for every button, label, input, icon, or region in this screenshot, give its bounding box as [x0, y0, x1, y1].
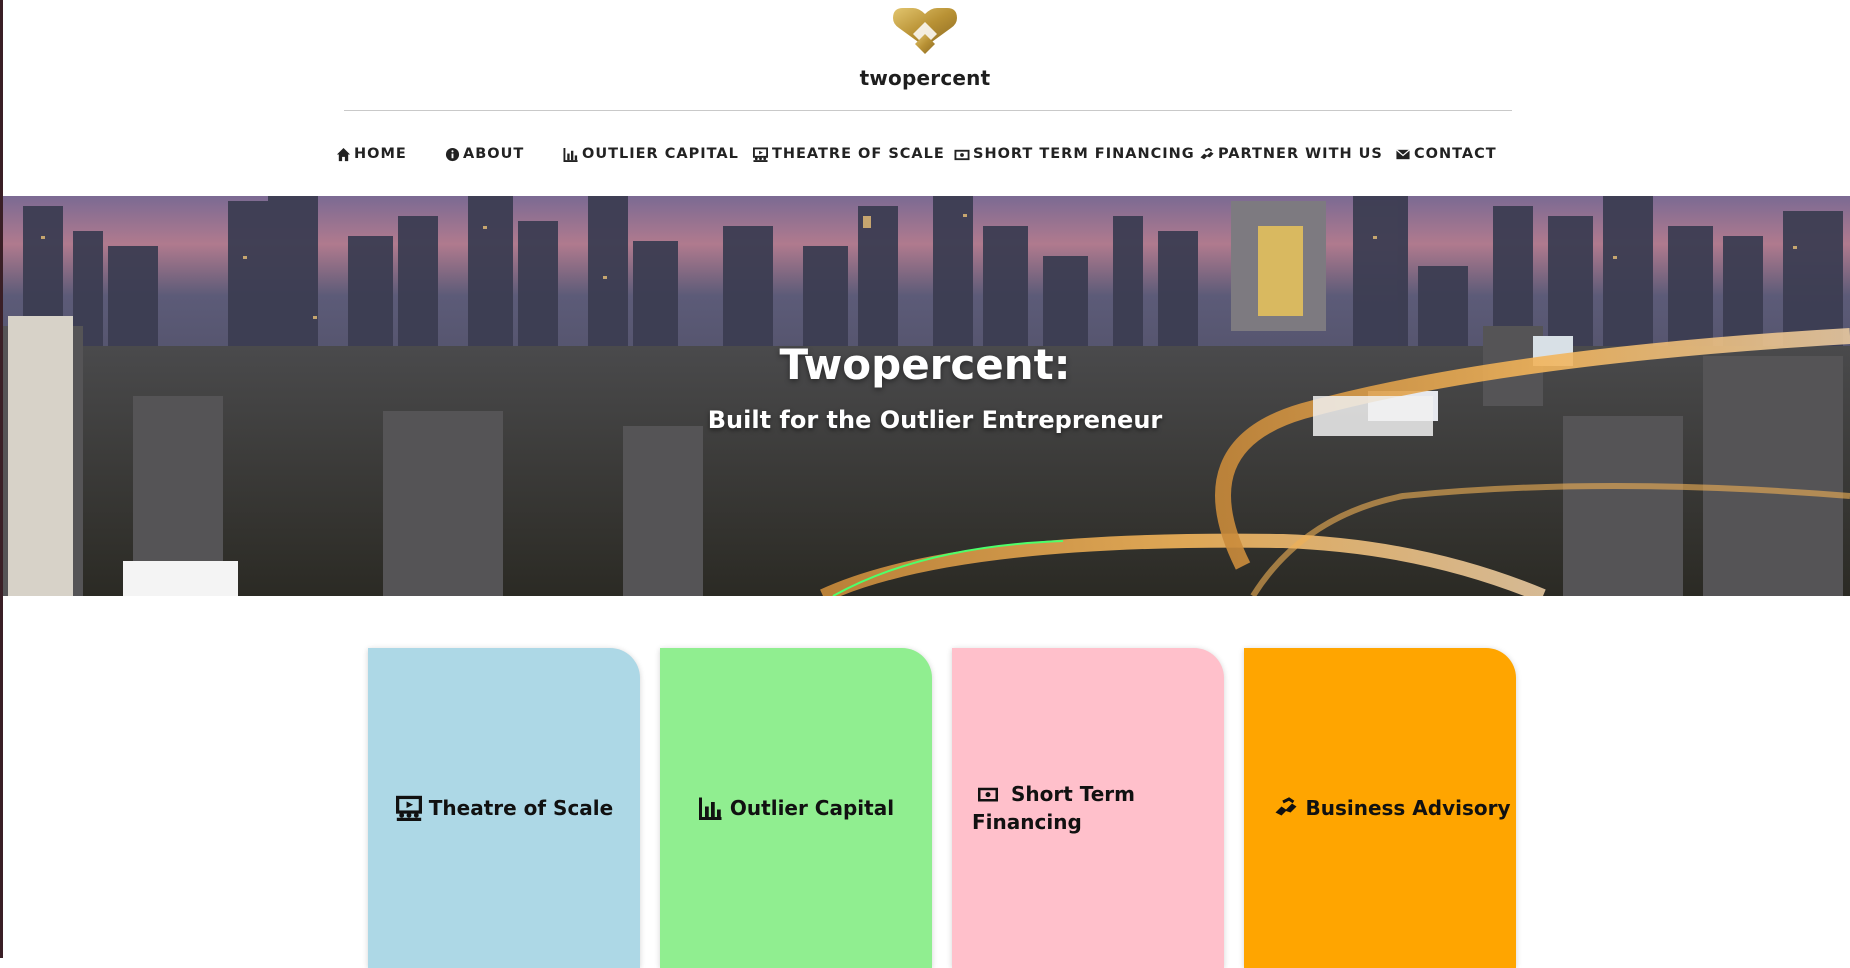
home-icon: [336, 147, 351, 161]
card-business-advisory[interactable]: Business Advisory: [1244, 648, 1516, 968]
handshake-icon: [1200, 147, 1214, 159]
presentation-icon: [753, 146, 768, 162]
nav-theatre-of-scale[interactable]: THEATRE OF SCALE: [752, 146, 945, 162]
presentation-icon: [395, 795, 422, 821]
handshake-icon: [1275, 797, 1297, 816]
card-theatre-of-scale-label: Theatre of Scale: [428, 796, 614, 820]
nav-short-term-financing[interactable]: SHORT TERM FINANCING: [954, 146, 1195, 162]
card-theatre-of-scale[interactable]: Theatre of Scale: [368, 648, 640, 968]
nav-short-term-financing-label: SHORT TERM FINANCING: [973, 146, 1195, 162]
hero-title: Twopercent:: [779, 340, 1071, 389]
card-outlier-capital-label: Outlier Capital: [729, 796, 895, 820]
envelope-icon: [1396, 148, 1410, 159]
nav-home[interactable]: HOME: [336, 146, 407, 162]
main-nav: HOME ABOUT OUTLIER CAPITAL THEATRE OF SC…: [0, 146, 1850, 168]
hero-subtitle: Built for the Outlier Entrepreneur: [707, 406, 1163, 434]
nav-partner-with-us-label: PARTNER WITH US: [1218, 146, 1383, 162]
header-divider: [344, 110, 1512, 111]
nav-outlier-capital-label: OUTLIER CAPITAL: [582, 146, 739, 162]
info-icon: [445, 147, 460, 161]
card-outlier-capital-content: Outlier Capital: [698, 796, 894, 820]
bar-chart-icon: [563, 147, 578, 162]
card-business-advisory-content: Business Advisory: [1249, 796, 1511, 820]
nav-about-label: ABOUT: [463, 146, 525, 162]
card-short-term-financing[interactable]: Short Term Financing: [952, 648, 1224, 968]
nav-outlier-capital[interactable]: OUTLIER CAPITAL: [563, 146, 739, 162]
nav-theatre-of-scale-label: THEATRE OF SCALE: [772, 146, 945, 162]
nav-contact-label: CONTACT: [1414, 146, 1497, 162]
card-business-advisory-label: Business Advisory: [1305, 796, 1511, 820]
nav-contact[interactable]: CONTACT: [1395, 146, 1497, 162]
cash-icon: [954, 149, 970, 160]
hero-banner: [3, 196, 1850, 596]
nav-partner-with-us[interactable]: PARTNER WITH US: [1199, 146, 1383, 162]
nav-about[interactable]: ABOUT: [445, 146, 524, 162]
logo[interactable]: [0, 4, 1850, 58]
city-skyline-image: [3, 196, 1850, 596]
nav-home-label: HOME: [354, 146, 407, 162]
cash-icon: [978, 787, 998, 802]
bar-chart-icon: [698, 797, 722, 820]
brand-name[interactable]: twopercent: [0, 66, 1850, 90]
card-outlier-capital[interactable]: Outlier Capital: [660, 648, 932, 968]
card-theatre-of-scale-content: Theatre of Scale: [395, 795, 613, 821]
card-short-term-financing-content: Short Term Financing: [952, 780, 1152, 836]
logo-mark-icon: [893, 8, 957, 54]
